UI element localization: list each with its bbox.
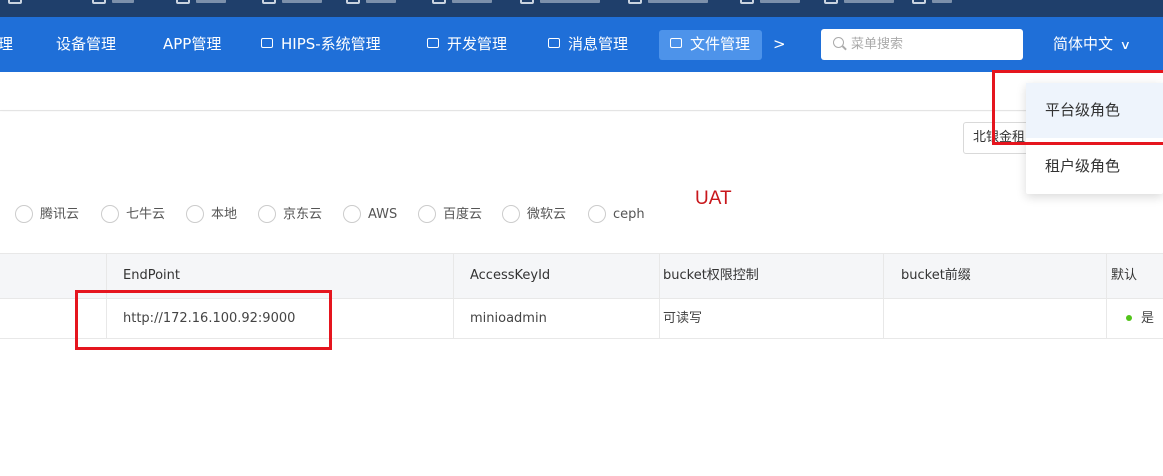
language-selector[interactable]: 简体中文 ∨ — [1053, 17, 1132, 72]
page: 理 设备管理 APP管理 HIPS-系统管理 开发管理 消息管理 文件管理 > … — [0, 0, 1163, 476]
column-divider — [883, 253, 884, 339]
cell-bucket-permission: 可读写 — [663, 311, 703, 326]
nav-item-device-management[interactable]: 设备管理 — [56, 17, 116, 72]
bookmark-icon[interactable] — [432, 0, 446, 4]
bookmarks-bar — [0, 0, 1163, 17]
cell-accesskeyid: minioadmin — [470, 311, 547, 326]
bookmark-icon[interactable] — [912, 0, 926, 4]
radio-circle[interactable] — [186, 204, 204, 223]
radio-circle[interactable] — [258, 204, 276, 223]
nav-more-chevron[interactable]: > — [773, 17, 786, 72]
panel-icon — [427, 37, 439, 48]
search-icon — [833, 37, 844, 48]
nav-item-message-management[interactable]: 消息管理 — [548, 17, 628, 72]
bookmark-icon[interactable] — [520, 0, 534, 4]
menu-search-box[interactable] — [821, 29, 1023, 60]
column-header-default: 默认 — [1111, 268, 1138, 283]
storage-option-aws[interactable]: AWS — [343, 204, 397, 225]
nav-item-hips-system-management[interactable]: HIPS-系统管理 — [261, 17, 381, 72]
menu-search-input[interactable] — [851, 29, 1016, 60]
radio-circle[interactable] — [15, 204, 33, 223]
status-dot — [1126, 314, 1132, 321]
column-divider — [453, 253, 454, 339]
menu-item-tenant-role[interactable]: 租户级角色 — [1026, 139, 1163, 194]
storage-option-tencent[interactable]: 腾讯云 — [15, 204, 79, 225]
cell-default: 是 — [1109, 299, 1154, 338]
radio-circle[interactable] — [588, 204, 606, 223]
bookmark-icon[interactable] — [824, 0, 838, 4]
storage-option-azure[interactable]: 微软云 — [502, 204, 566, 225]
nav-item-app-management[interactable]: APP管理 — [163, 17, 221, 72]
radio-circle[interactable] — [418, 204, 436, 223]
storage-option-baidu[interactable]: 百度云 — [418, 204, 482, 225]
storage-option-local[interactable]: 本地 — [186, 204, 237, 225]
bookmark-icon[interactable] — [346, 0, 360, 4]
bookmark-icon[interactable] — [8, 0, 22, 4]
top-navbar: 理 设备管理 APP管理 HIPS-系统管理 开发管理 消息管理 文件管理 > … — [0, 17, 1163, 72]
radio-circle[interactable] — [101, 204, 119, 223]
panel-icon — [261, 37, 273, 48]
file-icon — [670, 37, 682, 48]
nav-item-dev-management[interactable]: 开发管理 — [427, 17, 507, 72]
cell-bucket-prefix — [884, 299, 901, 338]
column-header-bucket-prefix: bucket前缀 — [901, 268, 971, 283]
environment-label: UAT — [695, 188, 732, 209]
column-header-bucket-permission: bucket权限控制 — [663, 268, 759, 283]
storage-option-qiniu[interactable]: 七牛云 — [101, 204, 165, 225]
column-divider — [1106, 253, 1107, 339]
storage-option-jd[interactable]: 京东云 — [258, 204, 322, 225]
radio-circle[interactable] — [343, 204, 361, 223]
message-icon — [548, 37, 560, 48]
bookmark-icon[interactable] — [262, 0, 276, 4]
column-divider — [659, 253, 660, 339]
storage-option-ceph[interactable]: ceph — [588, 204, 645, 225]
tabs-strip — [0, 72, 1163, 111]
column-header-accesskeyid: AccessKeyId — [470, 268, 551, 283]
bookmark-icon[interactable] — [628, 0, 642, 4]
bookmark-icon[interactable] — [176, 0, 190, 4]
nav-item-partial[interactable]: 理 — [0, 17, 13, 72]
annotation-box-role-menu — [992, 70, 1163, 145]
annotation-box-endpoint — [75, 290, 332, 350]
bookmark-icon[interactable] — [740, 0, 754, 4]
radio-circle[interactable] — [502, 204, 520, 223]
bookmark-icon[interactable] — [92, 0, 106, 4]
chevron-down-icon: ∨ — [1119, 38, 1132, 52]
nav-item-file-management[interactable]: 文件管理 — [670, 17, 750, 72]
